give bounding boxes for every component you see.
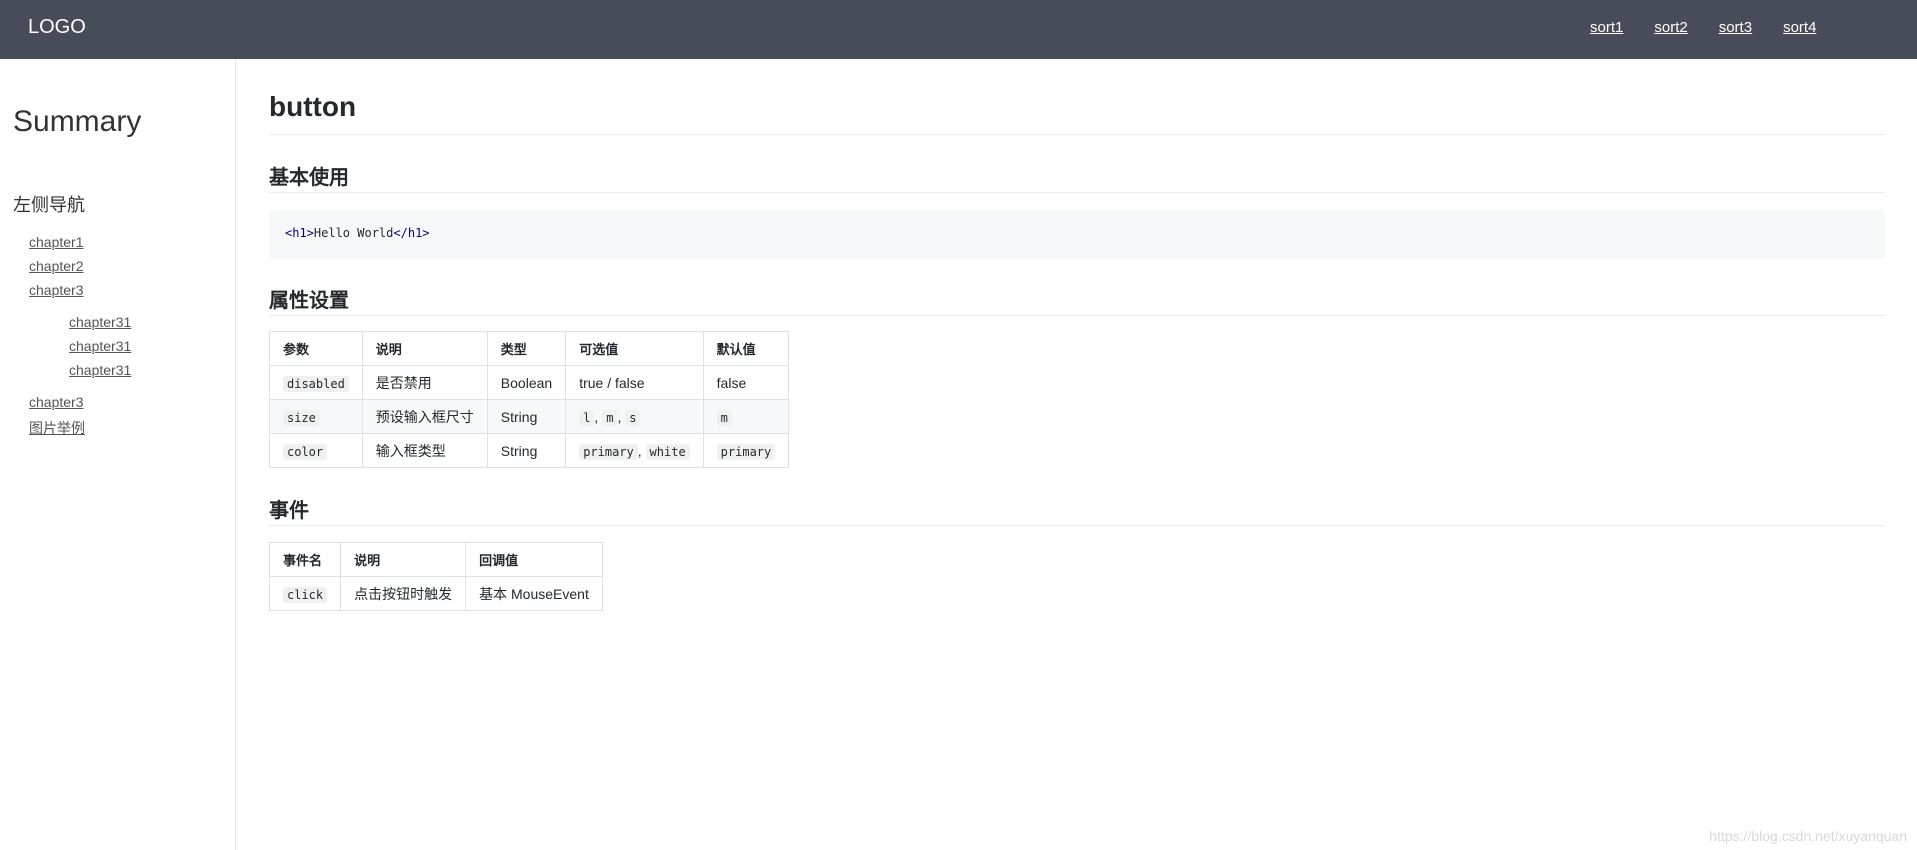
logo[interactable]: LOGO [28, 16, 86, 39]
code-close-tag: </h1> [393, 226, 430, 240]
default-cell: primary [702, 433, 790, 468]
column-header: 说明 [361, 331, 488, 366]
page-title: button [269, 91, 357, 122]
default-cell: false [702, 365, 790, 400]
table-row: disabled 是否禁用 Boolean true / false false [269, 365, 790, 400]
desc-cell: 预设输入框尺寸 [361, 399, 488, 434]
param-cell: size [269, 399, 363, 434]
type-cell: Boolean [486, 365, 567, 400]
default-code: primary [716, 443, 776, 460]
options-cell: true / false [565, 365, 704, 400]
table-header-row: 参数 说明 类型 可选值 默认值 [269, 331, 790, 366]
section-divider [269, 525, 1885, 526]
section-heading-props: 属性设置 [269, 290, 349, 312]
param-code: disabled [283, 375, 349, 392]
events-table: 事件名 说明 回调值 click 点击按钮时触发 基本 MouseEvent [268, 542, 603, 611]
type-cell: String [486, 399, 567, 434]
sidebar-item-chapter3-b[interactable]: chapter3 [29, 394, 83, 410]
column-header: 说明 [340, 542, 467, 577]
nav-link-sort3[interactable]: sort3 [1719, 19, 1752, 36]
section-heading-events: 事件 [269, 500, 309, 522]
event-name-cell: click [268, 576, 342, 611]
section-heading-basic: 基本使用 [269, 167, 349, 189]
section-divider [269, 192, 1885, 193]
option-code: m [602, 409, 618, 426]
table-row: size 预设输入框尺寸 String l, m, s m [269, 399, 790, 434]
event-name-code: click [283, 586, 328, 603]
sidebar-subitem-chapter31[interactable]: chapter31 [69, 314, 131, 330]
table-row: color 输入框类型 String primary, white primar… [269, 433, 790, 468]
top-nav: sort1 sort2 sort3 sort4 [1590, 19, 1847, 36]
param-cell: color [269, 433, 363, 468]
sidebar-item-chapter1[interactable]: chapter1 [29, 234, 83, 250]
nav-link-sort2[interactable]: sort2 [1654, 19, 1687, 36]
code-block: <h1>Hello World</h1> [269, 210, 1885, 259]
column-header: 可选值 [565, 331, 704, 366]
type-cell: String [486, 433, 567, 468]
column-header: 事件名 [268, 542, 342, 577]
options-cell: primary, white [565, 433, 704, 468]
desc-cell: 点击按钮时触发 [340, 576, 467, 611]
column-header: 默认值 [702, 331, 790, 366]
desc-cell: 是否禁用 [361, 365, 488, 400]
watermark: https://blog.csdn.net/xuyanquan [1709, 828, 1907, 844]
table-header-row: 事件名 说明 回调值 [268, 542, 603, 577]
title-divider [269, 134, 1885, 135]
param-code: size [283, 409, 320, 426]
sidebar-title: Summary [13, 105, 142, 138]
option-code: primary [579, 443, 638, 460]
param-cell: disabled [269, 365, 363, 400]
option-code: l [579, 409, 595, 426]
default-cell: m [702, 399, 790, 434]
nav-link-sort4[interactable]: sort4 [1783, 19, 1816, 36]
code-open-tag: <h1> [285, 226, 314, 240]
top-navbar: LOGO sort1 sort2 sort3 sort4 [0, 0, 1917, 59]
column-header: 类型 [486, 331, 567, 366]
option-code: s [625, 409, 641, 426]
sidebar-subitem-chapter31[interactable]: chapter31 [69, 362, 131, 378]
options-cell: l, m, s [565, 399, 704, 434]
sidebar-item-chapter3[interactable]: chapter3 [29, 282, 83, 298]
sidebar-item-image-example[interactable]: 图片举例 [29, 418, 85, 438]
sidebar-item-chapter2[interactable]: chapter2 [29, 258, 83, 274]
nav-link-sort1[interactable]: sort1 [1590, 19, 1623, 36]
callback-cell: 基本 MouseEvent [465, 576, 603, 611]
column-header: 回调值 [465, 542, 603, 577]
column-header: 参数 [269, 331, 363, 366]
sidebar-section-title: 左侧导航 [13, 195, 85, 215]
table-row: click 点击按钮时触发 基本 MouseEvent [268, 576, 603, 611]
option-code: white [645, 443, 690, 460]
section-divider [269, 315, 1885, 316]
sidebar-subitem-chapter31[interactable]: chapter31 [69, 338, 131, 354]
param-code: color [283, 443, 328, 460]
props-table: 参数 说明 类型 可选值 默认值 disabled 是否禁用 Boolean t… [269, 331, 790, 468]
sidebar: Summary 左侧导航 chapter1 chapter2 chapter3 … [0, 59, 236, 850]
desc-cell: 输入框类型 [361, 433, 488, 468]
default-code: m [716, 409, 732, 426]
code-text: Hello World [313, 226, 394, 240]
